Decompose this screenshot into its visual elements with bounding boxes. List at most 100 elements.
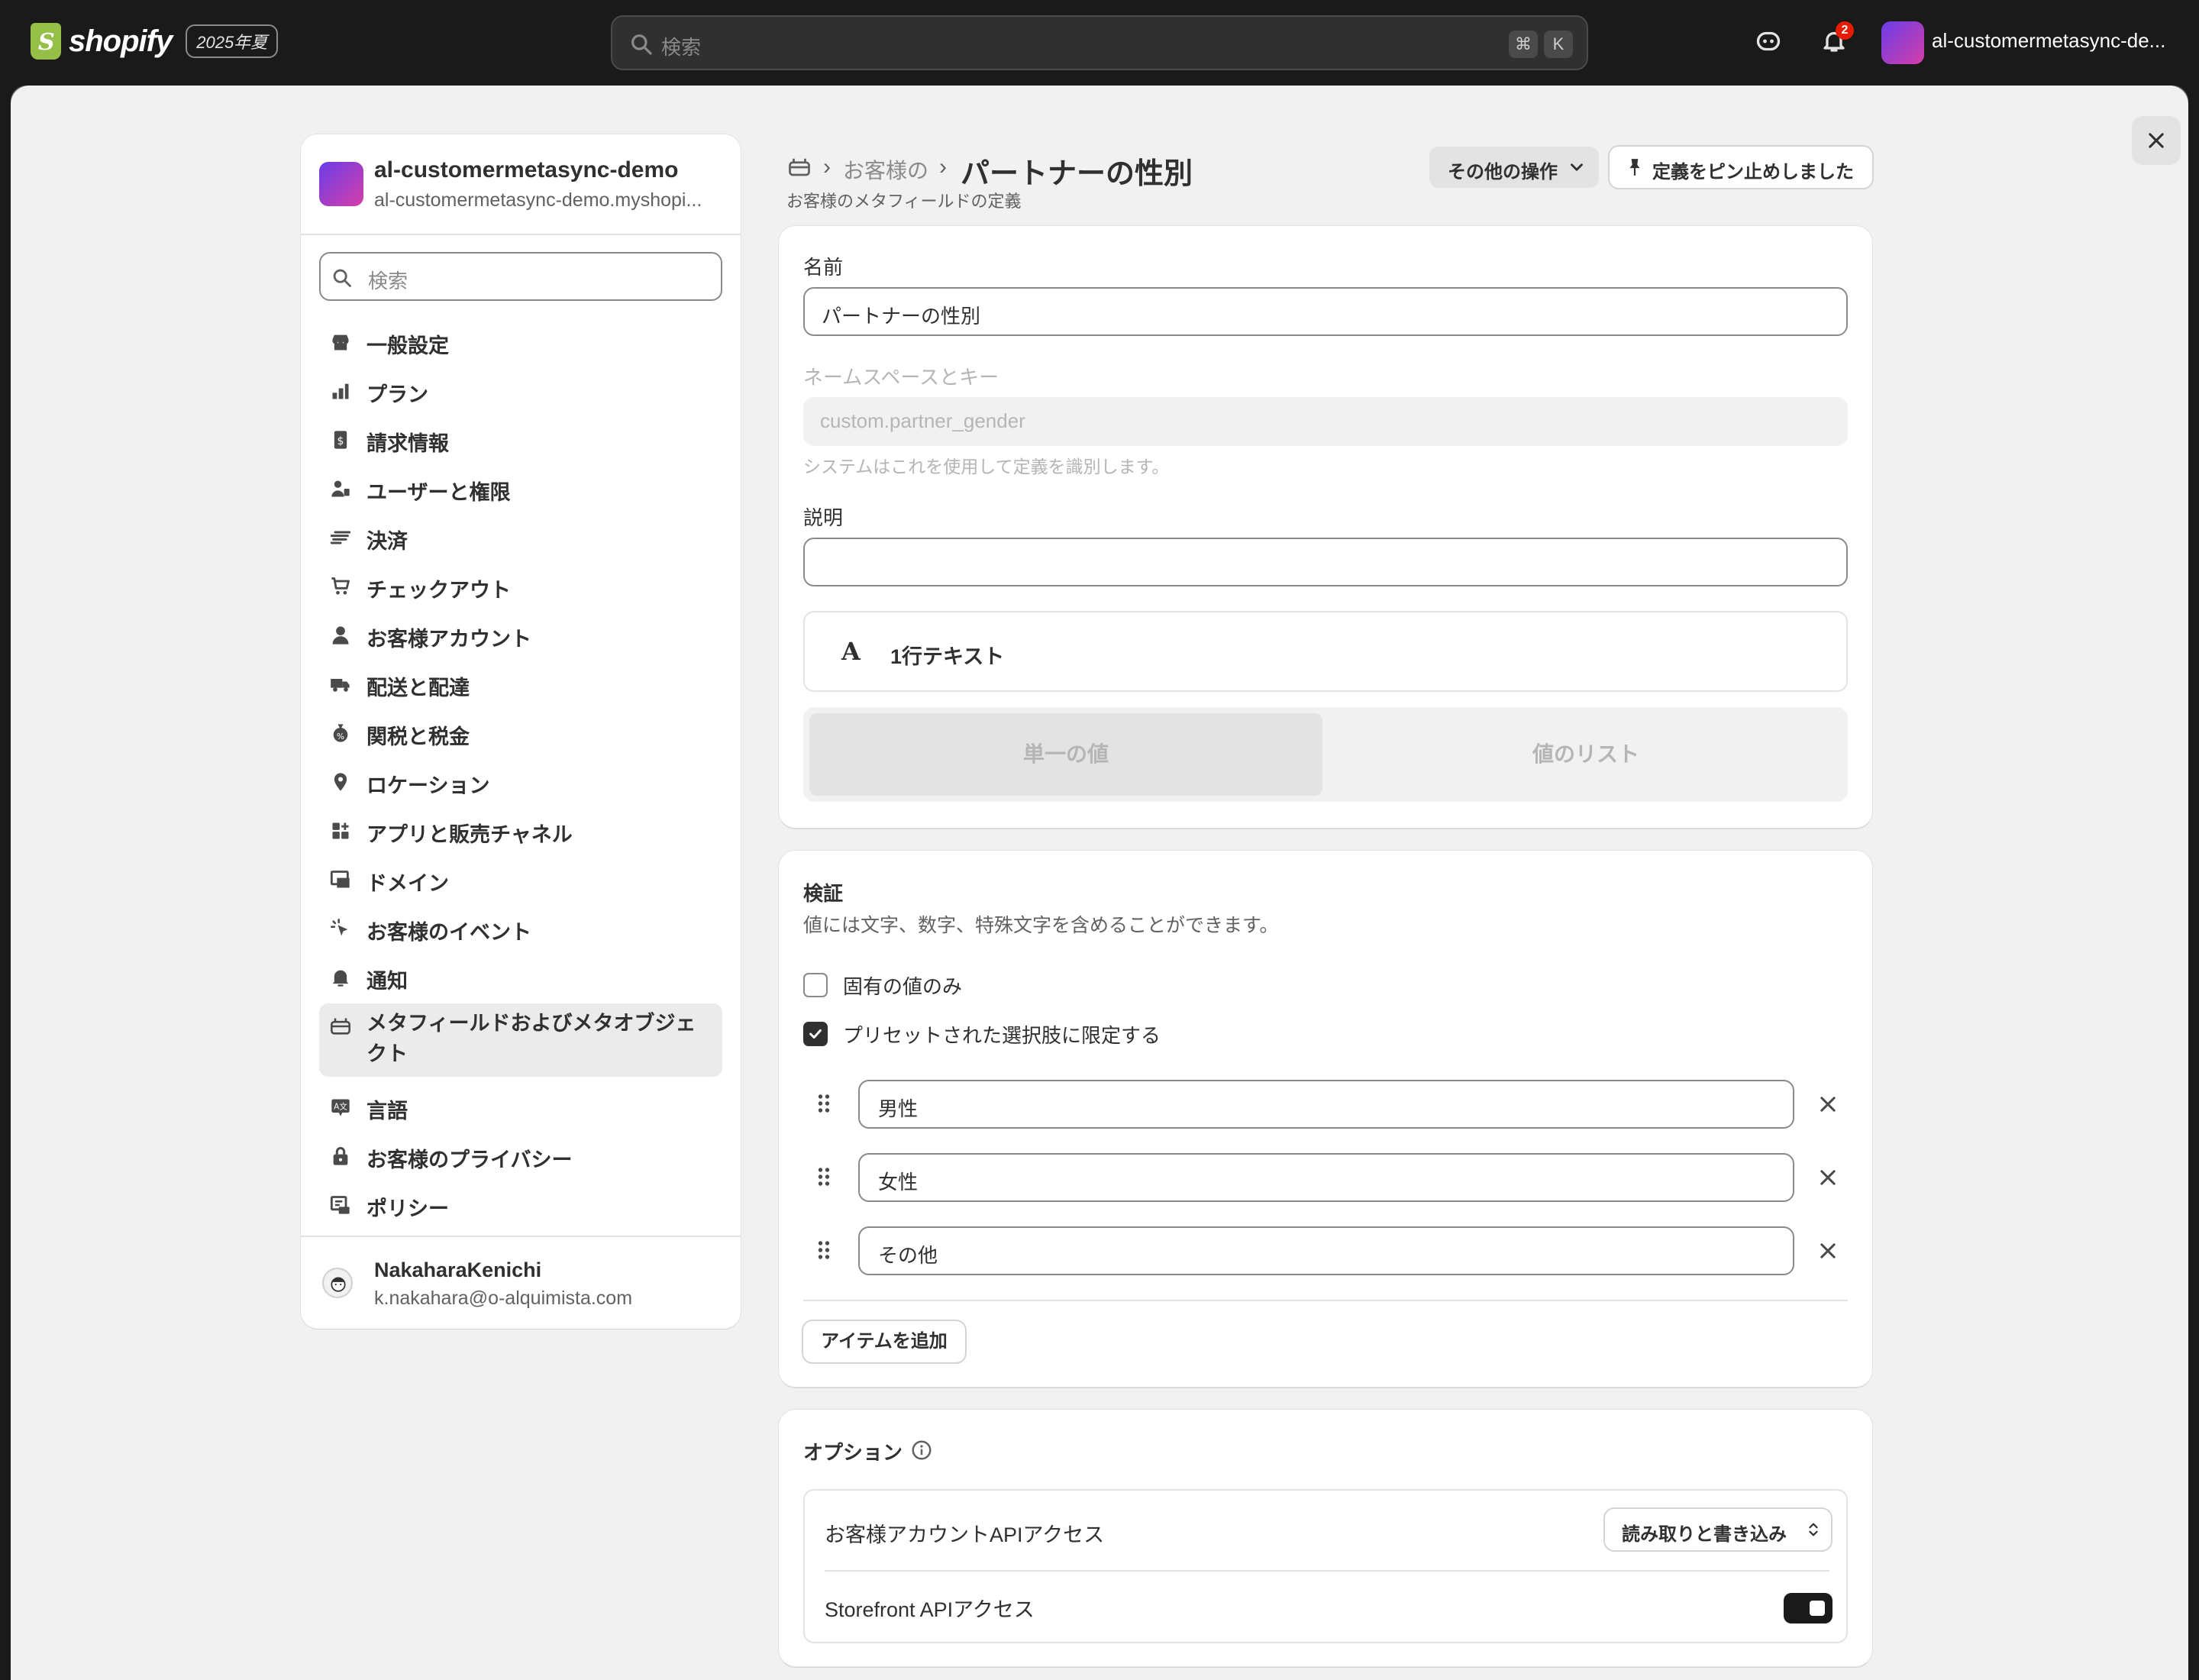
name-label: 名前 — [803, 256, 844, 279]
divider — [825, 1570, 1829, 1572]
user-avatar[interactable] — [322, 1268, 353, 1298]
sidebar-item-locations[interactable]: ロケーション — [319, 759, 722, 802]
breadcrumb-link[interactable]: お客様の — [843, 154, 928, 185]
pin-definition-button[interactable]: 定義をピン止めしました — [1610, 147, 1872, 188]
namespace-help: システムはこれを使用して定義を識別します。 — [803, 457, 1170, 477]
namespace-label: ネームスペースとキー — [803, 366, 999, 389]
close-icon — [2149, 133, 2164, 148]
search-icon — [631, 34, 652, 55]
choice-input[interactable]: 男性 — [858, 1080, 1794, 1129]
domain-icon — [330, 871, 350, 888]
sidebar-item-languages[interactable]: A文 言語 — [319, 1084, 722, 1127]
description-input[interactable] — [803, 538, 1848, 586]
sidebar-item-taxes[interactable]: % 関税と税金 — [319, 710, 722, 753]
sidebar-item-apps[interactable]: アプリと販売チャネル — [319, 808, 722, 851]
receipt-icon: $ — [334, 431, 347, 449]
settings-search-input[interactable]: 検索 — [319, 252, 722, 301]
remove-choice-icon[interactable] — [1817, 1094, 1839, 1115]
pin-label: 定義をピン止めしました — [1652, 162, 1854, 183]
remove-choice-icon[interactable] — [1817, 1167, 1839, 1188]
sidebar-item-label: 言語 — [366, 1100, 408, 1123]
sidebar-item-users[interactable]: ユーザーと権限 — [319, 466, 722, 509]
close-button[interactable] — [2132, 116, 2181, 165]
more-actions-label: その他の操作 — [1448, 162, 1558, 183]
storefront-api-label: Storefront APIアクセス — [825, 1598, 1035, 1621]
options-title: オプション — [803, 1441, 903, 1464]
metafield-icon[interactable] — [786, 156, 812, 179]
sidebar-item-label: 請求情報 — [366, 432, 449, 455]
search-placeholder: 検索 — [661, 36, 702, 59]
page-title: パートナーの性別 — [961, 158, 1193, 190]
sidebar-item-payments[interactable]: 決済 — [319, 515, 722, 557]
unique-values-checkbox[interactable] — [803, 973, 828, 997]
person-icon — [332, 626, 349, 645]
type-selector[interactable]: A 1行テキスト — [803, 611, 1848, 692]
definition-card: 名前 パートナーの性別 ネームスペースとキー custom.partner_ge… — [779, 226, 1872, 828]
preset-choices-label: プリセットされた選択肢に限定する — [843, 1024, 1161, 1047]
choice-input[interactable]: 女性 — [858, 1153, 1794, 1202]
name-input[interactable]: パートナーの性別 — [803, 287, 1848, 336]
customer-api-label: お客様アカウントAPIアクセス — [825, 1523, 1105, 1546]
toggle-knob — [1810, 1601, 1825, 1616]
pin-icon — [1629, 159, 1640, 176]
sidebar-item-label: お客様アカウント — [366, 628, 531, 651]
drag-handle-icon[interactable] — [817, 1165, 831, 1188]
single-value-option[interactable]: 単一の値 — [809, 713, 1322, 796]
sidebar-item-general[interactable]: 一般設定 — [319, 319, 722, 362]
sidebar-item-privacy[interactable]: お客様のプライバシー — [319, 1133, 722, 1176]
location-icon — [334, 773, 347, 791]
bell-icon — [332, 970, 349, 987]
sidebar-item-label: プラン — [366, 383, 428, 406]
sidebar-item-label: 決済 — [366, 530, 408, 553]
remove-choice-icon[interactable] — [1817, 1240, 1839, 1262]
sidebar-item-label: 関税と税金 — [366, 725, 470, 748]
sidebar-item-label: 通知 — [366, 970, 408, 993]
shopify-logo[interactable]: shopify 2025年夏 — [31, 23, 279, 60]
description-label: 説明 — [803, 506, 844, 529]
add-item-button[interactable]: アイテムを追加 — [803, 1321, 965, 1362]
user-email: k.nakahara@o-alquimista.com — [374, 1287, 633, 1309]
sidebar-item-billing[interactable]: $ 請求情報 — [319, 417, 722, 460]
store-menu[interactable]: al-customermetasync-de... — [1932, 29, 2165, 53]
sidebar-item-customer-events[interactable]: お客様のイベント — [319, 906, 722, 948]
info-icon[interactable] — [910, 1439, 933, 1462]
cursor-icon — [331, 919, 348, 936]
choice-input[interactable]: その他 — [858, 1226, 1794, 1275]
sidebar-item-plan[interactable]: プラン — [319, 368, 722, 411]
drag-handle-icon[interactable] — [817, 1092, 831, 1115]
nav-store-domain: al-customermetasync-demo.myshopi... — [374, 189, 702, 211]
global-search[interactable]: 検索 ⌘ K — [611, 15, 1588, 70]
list-value-option[interactable]: 値のリスト — [1330, 713, 1842, 796]
sidebar-item-metafields[interactable]: メタフィールドおよびメタオブジェクト — [319, 1003, 722, 1077]
preset-choices-checkbox[interactable] — [803, 1022, 828, 1046]
sidebar-item-customer-accounts[interactable]: お客様アカウント — [319, 612, 722, 655]
drag-handle-icon[interactable] — [817, 1239, 831, 1262]
sidebar-item-checkout[interactable]: チェックアウト — [319, 564, 722, 606]
search-icon — [333, 269, 351, 287]
nav-store-name: al-customermetasync-demo — [374, 157, 679, 183]
storefront-api-toggle[interactable] — [1784, 1593, 1832, 1623]
customer-api-select[interactable]: 読み取りと書き込み — [1605, 1509, 1831, 1550]
sidebar-item-label: 配送と配達 — [366, 677, 470, 699]
k-key: K — [1544, 31, 1573, 58]
sidebar-item-shipping[interactable]: 配送と配達 — [319, 661, 722, 704]
validation-card: 検証 値には文字、数字、特殊文字を含めることができます。 固有の値のみ プリセッ… — [779, 851, 1872, 1387]
top-bar: shopify 2025年夏 検索 ⌘ K 2 al-customermetas… — [0, 0, 2199, 86]
settings-nav: al-customermetasync-demo al-customermeta… — [301, 134, 741, 1329]
sidebar-item-domains[interactable]: ドメイン — [319, 857, 722, 900]
store-avatar[interactable] — [1881, 21, 1924, 64]
sidebar-item-policies[interactable]: ポリシー — [319, 1182, 722, 1225]
sidekick-icon[interactable] — [1755, 27, 1782, 55]
svg-text:A文: A文 — [334, 1101, 347, 1111]
sidebar-item-label: アプリと販売チャネル — [366, 823, 573, 846]
sidebar-item-notifications[interactable]: 通知 — [319, 955, 722, 997]
value-mode-toggle: 単一の値 値のリスト — [803, 707, 1848, 802]
payment-icon — [330, 531, 351, 544]
metafield-icon — [331, 1018, 350, 1035]
divider — [301, 234, 741, 235]
more-actions-button[interactable]: その他の操作 — [1429, 147, 1599, 188]
chevron-down-icon — [1571, 163, 1583, 171]
choice-value: 男性 — [878, 1097, 919, 1120]
sidebar-item-label: お客様のイベント — [366, 921, 531, 944]
svg-text:$: $ — [337, 435, 344, 447]
